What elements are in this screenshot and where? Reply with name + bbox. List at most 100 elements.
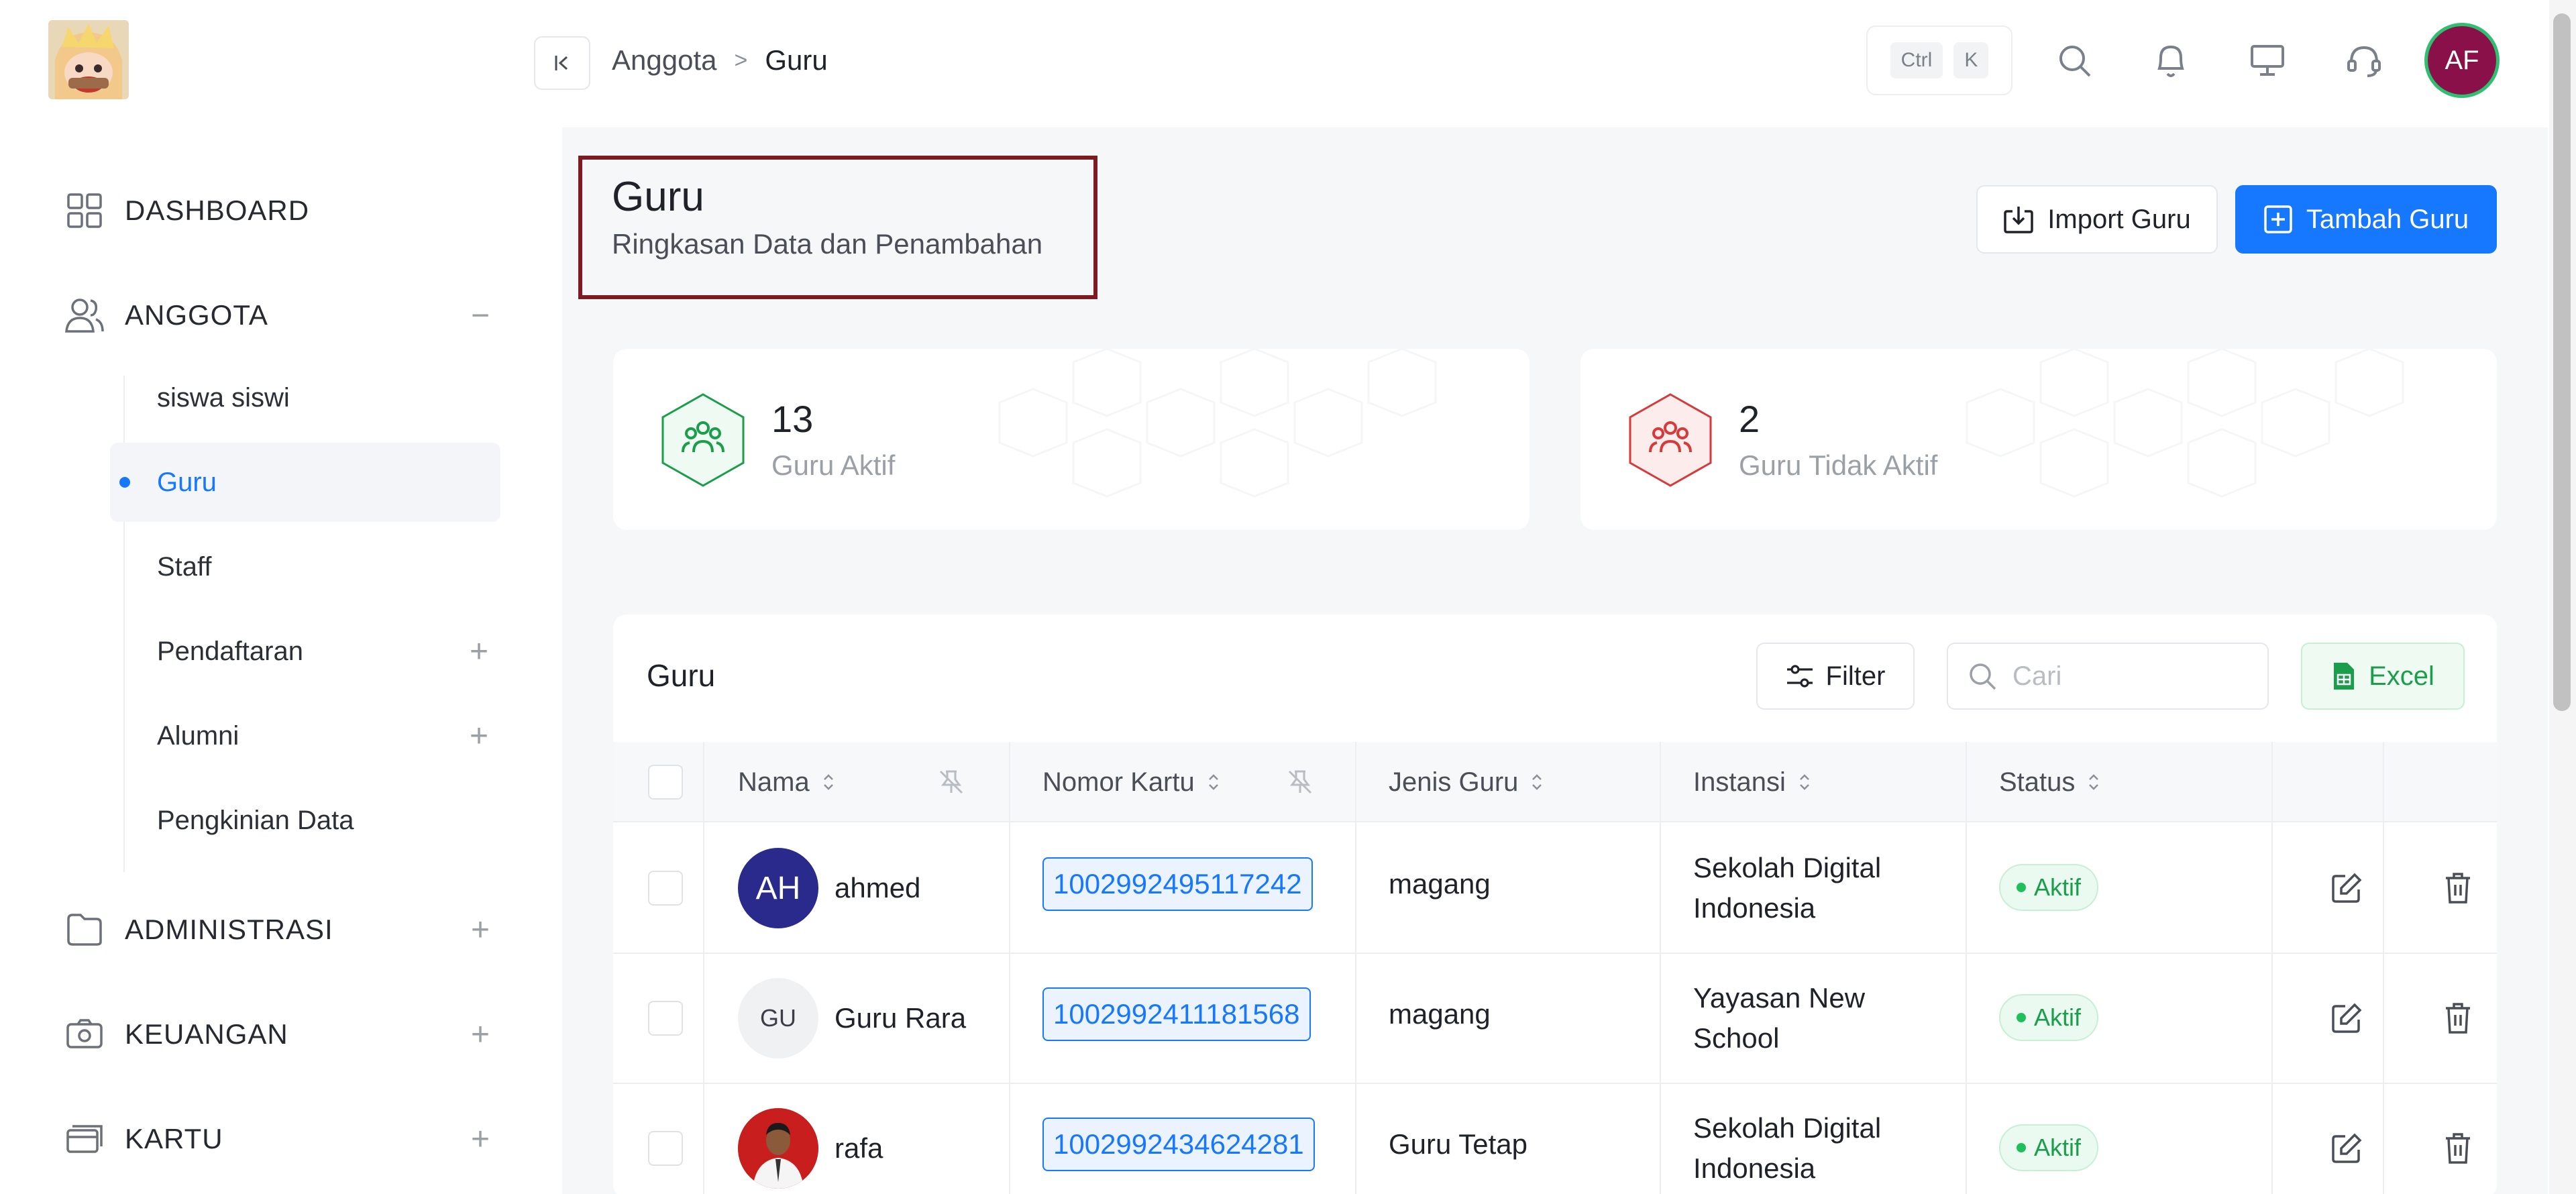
users-hexagon-icon bbox=[661, 393, 745, 487]
column-header-nomor-kartu[interactable]: Nomor Kartu bbox=[1042, 742, 1220, 822]
bell-icon[interactable] bbox=[2149, 39, 2192, 82]
sub-item-label: siswa siswi bbox=[157, 382, 290, 413]
expand-control[interactable]: + bbox=[467, 1016, 494, 1053]
status-badge: Aktif bbox=[1999, 864, 2099, 911]
nav-administrasi[interactable]: ADMINISTRASI + bbox=[64, 903, 494, 957]
column-label: Status bbox=[1999, 767, 2076, 797]
breadcrumb-item[interactable]: Anggota bbox=[612, 44, 716, 76]
search-field[interactable] bbox=[1947, 643, 2269, 710]
status-dot bbox=[2017, 883, 2026, 892]
monitor-icon[interactable] bbox=[2246, 39, 2289, 82]
column-divider bbox=[1660, 742, 1661, 1194]
card-number[interactable]: 1002992495117242 bbox=[1042, 857, 1313, 911]
search-input[interactable] bbox=[2012, 661, 2254, 692]
import-guru-button[interactable]: Import Guru bbox=[1976, 185, 2218, 254]
camera-icon bbox=[64, 1014, 105, 1054]
column-header-nama[interactable]: Nama bbox=[738, 742, 835, 822]
nav-dashboard[interactable]: DASHBOARD bbox=[64, 184, 494, 237]
expand-control[interactable]: + bbox=[467, 1121, 494, 1158]
filter-sliders-icon bbox=[1786, 665, 1813, 688]
teacher-name: rafa bbox=[835, 1132, 883, 1164]
edit-icon[interactable] bbox=[2326, 868, 2367, 908]
breadcrumb-separator: > bbox=[734, 47, 748, 73]
active-count: 13 bbox=[771, 398, 814, 440]
avatar: GU bbox=[738, 978, 818, 1059]
column-header-status[interactable]: Status bbox=[1999, 742, 2100, 822]
instansi-line: Sekolah Digital bbox=[1693, 852, 1882, 883]
row-checkbox[interactable] bbox=[648, 1131, 683, 1166]
hexagon-pattern bbox=[998, 349, 1437, 498]
row-checkbox[interactable] bbox=[648, 871, 683, 906]
sort-icon[interactable] bbox=[1530, 772, 1544, 792]
edit-icon[interactable] bbox=[2326, 1128, 2367, 1169]
users-hexagon-icon bbox=[1629, 393, 1712, 487]
column-header-instansi[interactable]: Instansi bbox=[1693, 742, 1811, 822]
sidebar-item-staff[interactable]: Staff bbox=[110, 527, 500, 606]
sidebar-item-siswa-siswi[interactable]: siswa siswi bbox=[110, 358, 500, 437]
sidebar-item-pengkinian-data[interactable]: Pengkinian Data bbox=[110, 781, 500, 860]
nav-label: KEUANGAN bbox=[125, 1018, 288, 1050]
unpin-column-icon[interactable] bbox=[1287, 742, 1313, 822]
column-label: Nama bbox=[738, 767, 810, 797]
edit-icon[interactable] bbox=[2326, 998, 2367, 1038]
row-checkbox[interactable] bbox=[648, 1001, 683, 1036]
instansi-cell: Yayasan New School bbox=[1693, 978, 1865, 1059]
sort-icon[interactable] bbox=[1207, 772, 1220, 792]
sidebar-item-guru[interactable]: Guru bbox=[110, 443, 500, 522]
export-excel-button[interactable]: Excel bbox=[2301, 643, 2465, 710]
sort-icon[interactable] bbox=[1798, 772, 1811, 792]
stat-card-active: 13 Guru Aktif bbox=[613, 349, 1529, 530]
nav-anggota[interactable]: ANGGOTA − bbox=[64, 288, 494, 342]
sidebar-collapse-button[interactable] bbox=[534, 36, 590, 90]
sort-icon[interactable] bbox=[822, 772, 835, 792]
kbd-k: K bbox=[1953, 42, 1989, 78]
nav-label: KARTU bbox=[125, 1123, 223, 1154]
status-dot bbox=[2017, 1013, 2026, 1022]
unpin-column-icon[interactable] bbox=[938, 742, 965, 822]
collapse-control[interactable]: − bbox=[467, 297, 494, 334]
nav-keuangan[interactable]: KEUANGAN + bbox=[64, 1008, 494, 1061]
add-guru-button[interactable]: Tambah Guru bbox=[2235, 185, 2497, 254]
card-cell: 1002992411181568 bbox=[1042, 987, 1311, 1041]
scrollbar-thumb[interactable] bbox=[2553, 13, 2571, 711]
column-divider bbox=[2271, 742, 2273, 1194]
jenis-guru: Guru Tetap bbox=[1389, 1128, 1528, 1160]
app-logo[interactable] bbox=[48, 20, 129, 99]
expand-control[interactable]: + bbox=[470, 633, 488, 670]
card-number[interactable]: 1002992411181568 bbox=[1042, 987, 1311, 1041]
breadcrumb: Anggota > Guru bbox=[612, 40, 828, 80]
instansi-line: School bbox=[1693, 1022, 1780, 1054]
nav-kartu[interactable]: KARTU + bbox=[64, 1112, 494, 1166]
name-cell: GU Guru Rara bbox=[738, 978, 966, 1059]
filter-button[interactable]: Filter bbox=[1756, 643, 1915, 710]
inactive-count: 2 bbox=[1739, 398, 1760, 440]
trash-icon[interactable] bbox=[2438, 868, 2478, 908]
column-divider bbox=[2383, 742, 2384, 1194]
hexagon-pattern bbox=[1966, 349, 2404, 498]
trash-icon[interactable] bbox=[2438, 1128, 2478, 1169]
avatar: AH bbox=[738, 848, 818, 928]
search-icon bbox=[1970, 663, 1996, 690]
trash-icon[interactable] bbox=[2438, 998, 2478, 1038]
sort-icon[interactable] bbox=[2087, 772, 2100, 792]
sidebar-item-alumni[interactable]: Alumni + bbox=[110, 696, 500, 775]
card-number[interactable]: 1002992434624281 bbox=[1042, 1118, 1315, 1171]
status-label: Aktif bbox=[2034, 1134, 2082, 1161]
search-icon[interactable] bbox=[2053, 39, 2096, 82]
column-header-jenis-guru[interactable]: Jenis Guru bbox=[1389, 742, 1544, 822]
name-cell: rafa bbox=[738, 1108, 883, 1189]
select-all-checkbox[interactable] bbox=[648, 765, 683, 800]
command-shortcut[interactable]: Ctrl K bbox=[1866, 25, 2012, 95]
user-avatar[interactable]: AF bbox=[2424, 23, 2500, 98]
expand-control[interactable]: + bbox=[470, 718, 488, 755]
expand-control[interactable]: + bbox=[467, 912, 494, 948]
nav-label: ADMINISTRASI bbox=[125, 914, 333, 945]
sub-item-label: Staff bbox=[157, 551, 212, 582]
headset-icon[interactable] bbox=[2343, 39, 2385, 82]
page-title: Guru bbox=[612, 174, 704, 220]
teacher-name: ahmed bbox=[835, 872, 921, 904]
import-icon bbox=[2004, 207, 2034, 233]
sidebar-item-pendaftaran[interactable]: Pendaftaran + bbox=[110, 612, 500, 691]
column-divider bbox=[703, 742, 704, 1194]
table-title: Guru bbox=[647, 658, 716, 693]
